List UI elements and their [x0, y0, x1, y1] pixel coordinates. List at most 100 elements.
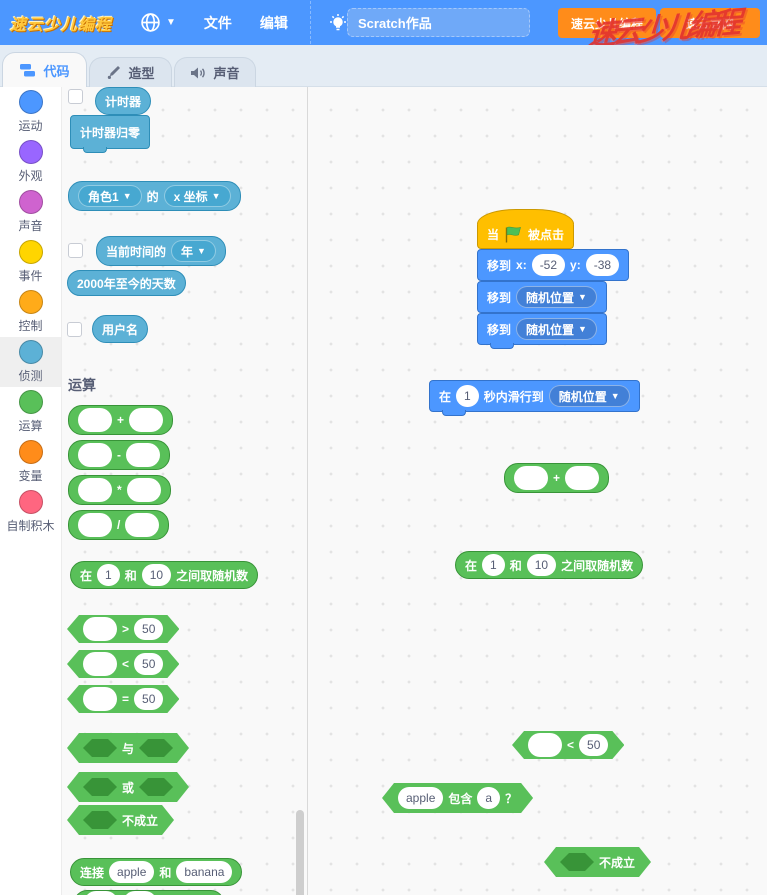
sidebar-item-motion[interactable]: 运动 [0, 87, 61, 137]
block-divide[interactable]: / [68, 510, 169, 540]
block-timer[interactable]: 计时器 [95, 87, 151, 115]
random-min-input[interactable]: 1 [97, 564, 120, 586]
block-days-since-2000[interactable]: 2000年至今的天数 [67, 270, 186, 296]
language-selector[interactable]: ▼ [140, 12, 176, 33]
operand-slot[interactable] [78, 408, 112, 432]
goto-target-dropdown[interactable]: 随机位置▼ [516, 318, 597, 340]
operand-slot[interactable] [528, 733, 562, 757]
project-name-input[interactable] [347, 8, 530, 37]
block-join[interactable]: 连接 apple 和 banana [70, 858, 242, 886]
compare-input[interactable]: 50 [134, 688, 163, 710]
current-time-checkbox[interactable] [68, 243, 83, 258]
random-min-input[interactable]: 1 [482, 554, 505, 576]
compare-input[interactable]: 50 [134, 618, 163, 640]
boolean-slot[interactable] [83, 778, 117, 796]
menu-file[interactable]: 文件 [204, 13, 232, 33]
sidebar-item-sound[interactable]: 声音 [0, 187, 61, 237]
random-max-input[interactable]: 10 [527, 554, 556, 576]
time-unit-dropdown[interactable]: 年▼ [171, 240, 216, 262]
timer-checkbox[interactable] [68, 89, 83, 104]
operand-slot[interactable] [565, 466, 599, 490]
operand-slot[interactable] [123, 891, 157, 895]
block-equals[interactable]: =50 [67, 685, 179, 713]
sidebar-item-events[interactable]: 事件 [0, 237, 61, 287]
sidebar-item-myblocks[interactable]: 自制积木 [0, 487, 61, 537]
block-or[interactable]: 或 [67, 772, 189, 802]
sidebar-item-variables[interactable]: 变量 [0, 437, 61, 487]
block-sprite-property[interactable]: 角色1▼ 的 x 坐标▼ [68, 181, 241, 211]
contains-string-input[interactable]: apple [398, 787, 443, 809]
block-timer-reset[interactable]: 计时器归零 [70, 115, 150, 149]
operand-slot[interactable] [83, 687, 117, 711]
block-greater-than[interactable]: >50 [67, 615, 179, 643]
block-glide-to[interactable]: 在 1 秒内滑行到 随机位置▼ [429, 380, 640, 412]
block-palette[interactable]: 计时器 计时器归零 角色1▼ 的 x 坐标▼ 当前时间的 年▼ 2000年至今的… [62, 87, 308, 895]
boolean-slot[interactable] [560, 853, 594, 871]
block-contains[interactable]: apple 包含 a ？ [382, 783, 533, 813]
join-input-2[interactable]: banana [176, 861, 232, 883]
block-and[interactable]: 与 [67, 733, 189, 763]
operand-slot[interactable] [78, 443, 112, 467]
contains-substring-input[interactable]: a [477, 787, 500, 809]
compare-input[interactable]: 50 [579, 734, 608, 756]
tab-sounds[interactable]: 声音 [174, 57, 256, 87]
palette-scrollbar[interactable] [296, 810, 304, 895]
block-pick-random[interactable]: 在 1 和 10 之间取随机数 [70, 561, 258, 589]
block-add[interactable]: + [68, 405, 173, 435]
tab-code[interactable]: 代码 [2, 52, 87, 87]
block-label: 与 [122, 740, 134, 757]
boolean-slot[interactable] [139, 739, 173, 757]
block-not[interactable]: 不成立 [67, 805, 174, 835]
sidebar-item-operators[interactable]: 运算 [0, 387, 61, 437]
operand-slot[interactable] [126, 443, 160, 467]
y-input[interactable]: -38 [586, 254, 619, 276]
operand-slot[interactable] [83, 617, 117, 641]
operator-symbol: > [122, 622, 129, 636]
boolean-slot[interactable] [83, 811, 117, 829]
compare-input[interactable]: 50 [134, 653, 163, 675]
block-less-than[interactable]: <50 [512, 731, 624, 759]
tab-costumes[interactable]: 造型 [89, 57, 172, 87]
block-less-than[interactable]: <50 [67, 650, 179, 678]
account-button[interactable]: 速云少儿编程 [558, 8, 656, 38]
dropdown-value: 随机位置 [559, 388, 607, 405]
block-when-flag-clicked[interactable]: 当 被点击 [477, 221, 574, 249]
category-label: 外观 [18, 167, 42, 184]
block-username[interactable]: 用户名 [92, 315, 148, 343]
boolean-slot[interactable] [83, 739, 117, 757]
sprite-dropdown[interactable]: 角色1▼ [78, 185, 142, 207]
random-max-input[interactable]: 10 [142, 564, 171, 586]
sidebar-item-control[interactable]: 控制 [0, 287, 61, 337]
property-dropdown[interactable]: x 坐标▼ [164, 185, 231, 207]
sidebar-item-sensing[interactable]: 侦测 [0, 337, 61, 387]
block-subtract[interactable]: - [68, 440, 170, 470]
block-pick-random[interactable]: 在 1 和 10 之间取随机数 [455, 551, 643, 579]
block-goto-xy[interactable]: 移到 x: -52 y: -38 [477, 249, 629, 281]
glide-target-dropdown[interactable]: 随机位置▼ [549, 385, 630, 407]
block-add[interactable]: + [504, 463, 609, 493]
workspace-canvas[interactable]: 当 被点击 移到 x: -52 y: -38 移到 随机位置▼ 移到 随机位 [308, 87, 767, 895]
join-input-1[interactable]: apple [109, 861, 154, 883]
operand-slot[interactable] [127, 478, 161, 502]
block-goto-random[interactable]: 移到 随机位置▼ [477, 313, 607, 345]
block-partially-scrolled[interactable] [74, 890, 224, 895]
boolean-slot[interactable] [139, 778, 173, 796]
x-input[interactable]: -52 [532, 254, 565, 276]
operand-slot[interactable] [78, 513, 112, 537]
menu-edit[interactable]: 编辑 [260, 13, 288, 33]
block-current-time[interactable]: 当前时间的 年▼ [96, 236, 226, 266]
secondary-brand-button[interactable]: 速云官网 [660, 8, 760, 38]
operand-slot[interactable] [83, 652, 117, 676]
glide-secs-input[interactable]: 1 [456, 385, 479, 407]
sidebar-item-looks[interactable]: 外观 [0, 137, 61, 187]
username-checkbox[interactable] [67, 322, 82, 337]
block-not[interactable]: 不成立 [544, 847, 651, 877]
block-goto-random[interactable]: 移到 随机位置▼ [477, 281, 607, 313]
operand-slot[interactable] [514, 466, 548, 490]
operand-slot[interactable] [129, 408, 163, 432]
operand-slot[interactable] [84, 891, 118, 895]
block-multiply[interactable]: * [68, 475, 171, 505]
operand-slot[interactable] [125, 513, 159, 537]
operand-slot[interactable] [78, 478, 112, 502]
goto-target-dropdown[interactable]: 随机位置▼ [516, 286, 597, 308]
